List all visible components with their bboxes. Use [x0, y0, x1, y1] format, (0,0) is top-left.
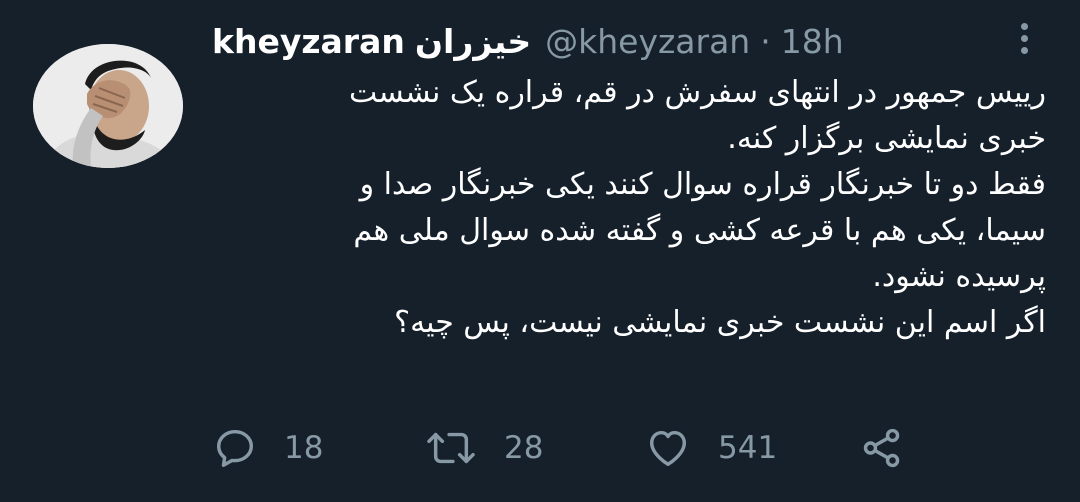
share-button[interactable] — [858, 420, 906, 476]
tweet-text-line: خبری نمایشی برگزار کنه. — [727, 121, 1046, 156]
tweet-text-line: رییس جمهور در انتهای سفرش در قم، قراره ی… — [349, 75, 1046, 110]
separator-dot: · — [760, 21, 771, 61]
reply-button[interactable]: 18 — [212, 420, 323, 476]
more-options-icon[interactable] — [1011, 18, 1037, 58]
more-dot — [1020, 46, 1028, 54]
avatar-illustration — [33, 44, 183, 168]
like-button[interactable]: 541 — [644, 420, 777, 476]
share-icon — [863, 428, 900, 468]
tweet-timestamp[interactable]: 18h — [781, 22, 844, 61]
tweet-header: kheyzaran خیزران @kheyzaran · 18h — [212, 18, 844, 64]
tweet-text-line: پرسیده نشود. — [872, 259, 1046, 294]
retweet-count: 28 — [504, 430, 544, 466]
like-count: 541 — [718, 430, 778, 466]
tweet-text-line: اگر اسم این نشست خبری نمایشی نیست، پس چی… — [394, 305, 1046, 340]
user-handle[interactable]: @kheyzaran — [545, 22, 750, 61]
tweet-actions: 18 28 541 — [212, 420, 932, 476]
retweet-icon — [427, 432, 475, 464]
display-name[interactable]: kheyzaran — [212, 22, 405, 61]
reply-count: 18 — [284, 430, 324, 466]
tweet: kheyzaran خیزران @kheyzaran · 18h رییس ج… — [0, 0, 1080, 502]
more-dot — [1020, 34, 1028, 42]
tweet-text: رییس جمهور در انتهای سفرش در قم، قراره ی… — [212, 70, 1046, 346]
tweet-text-line: سیما، یکی هم با قرعه کشی و گفته شده سوال… — [353, 213, 1046, 248]
avatar[interactable] — [33, 44, 183, 168]
reply-icon — [216, 429, 254, 467]
retweet-button[interactable]: 28 — [424, 420, 543, 476]
display-name-persian[interactable]: خیزران — [415, 22, 531, 61]
heart-icon — [649, 430, 687, 467]
tweet-text-line: فقط دو تا خبرنگار قراره سوال کنند یکی خب… — [359, 167, 1046, 202]
more-dot — [1020, 22, 1028, 30]
